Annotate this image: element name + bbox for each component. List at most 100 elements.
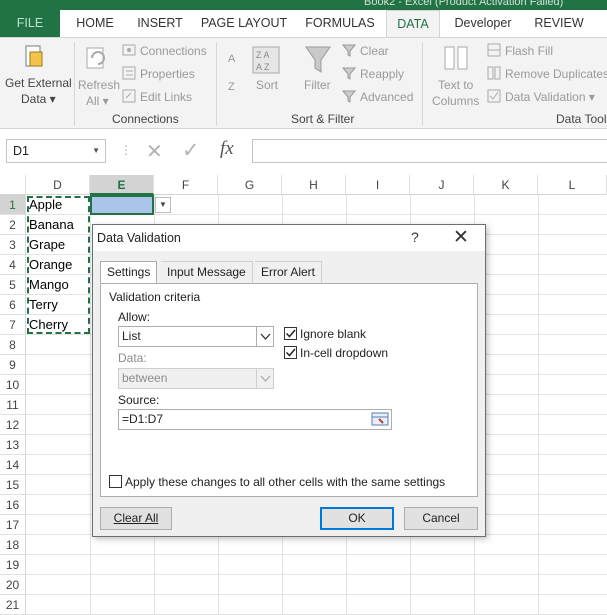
drag-handle-icon: ⋮ <box>120 143 132 157</box>
advanced-button[interactable]: Advanced <box>360 90 413 104</box>
tab-file[interactable]: FILE <box>0 10 60 38</box>
apply-all-checkbox[interactable] <box>109 475 122 488</box>
row-header[interactable]: 2 <box>0 215 26 235</box>
row-header[interactable]: 5 <box>0 275 26 295</box>
tab-page-layout[interactable]: PAGE LAYOUT <box>196 10 292 38</box>
chevron-down-icon <box>256 369 273 388</box>
get-external-label-2: Data ▾ <box>21 92 56 106</box>
formula-input[interactable] <box>252 139 607 163</box>
properties-icon <box>122 66 136 80</box>
column-header[interactable]: I <box>346 175 410 195</box>
remove-duplicates-button[interactable]: Remove Duplicates <box>505 67 607 81</box>
tab-insert[interactable]: INSERT <box>130 10 190 38</box>
selected-cell[interactable] <box>90 195 154 215</box>
ok-button[interactable]: OK <box>320 507 394 530</box>
row-header[interactable]: 20 <box>0 575 26 595</box>
row-header[interactable]: 16 <box>0 495 26 515</box>
refresh-all-button[interactable]: Refresh All ▾ <box>76 38 120 108</box>
column-header[interactable]: D <box>26 175 90 195</box>
properties-button[interactable]: Properties <box>140 67 195 81</box>
get-external-data-button[interactable]: Get External Data ▾ <box>0 38 72 108</box>
row-header[interactable]: 1 <box>0 195 26 215</box>
row-header[interactable]: 12 <box>0 415 26 435</box>
in-cell-dropdown-checkbox[interactable] <box>284 346 297 359</box>
edit-links-button[interactable]: Edit Links <box>140 90 192 104</box>
tab-developer[interactable]: Developer <box>446 10 520 38</box>
connections-icon <box>122 44 136 56</box>
column-header[interactable]: J <box>410 175 474 195</box>
row-header[interactable]: 11 <box>0 395 26 415</box>
insert-function-icon[interactable]: fx <box>220 138 234 160</box>
ribbon-separator <box>74 42 75 126</box>
gridline <box>90 195 91 615</box>
help-button[interactable]: ? <box>411 229 419 245</box>
gridline <box>538 195 539 615</box>
source-label: Source: <box>118 393 160 407</box>
edit-links-icon <box>122 89 136 103</box>
row-header[interactable]: 21 <box>0 595 26 615</box>
row-header[interactable]: 8 <box>0 335 26 355</box>
window-title: Book2 - Excel (Product Activation Failed… <box>364 0 564 8</box>
column-header[interactable]: E <box>90 175 154 195</box>
filter-button[interactable]: Filter <box>304 78 331 92</box>
filter-icon <box>305 46 331 73</box>
title-bar: Book2 - Excel (Product Activation Failed… <box>0 0 607 10</box>
group-data-tools-label: Data Tools <box>556 112 607 126</box>
row-header[interactable]: 18 <box>0 535 26 555</box>
cancel-icon[interactable]: ✕ <box>146 139 163 164</box>
sort-button[interactable]: Sort <box>256 78 278 92</box>
name-box[interactable]: D1 ▼ <box>6 139 106 163</box>
text-to-columns-label-1[interactable]: Text to <box>438 78 473 92</box>
ribbon: Get External Data ▾ Refresh All ▾ Connec… <box>0 37 607 129</box>
tab-error-alert[interactable]: Error Alert <box>255 261 323 283</box>
row-header[interactable]: 17 <box>0 515 26 535</box>
row-header[interactable]: 6 <box>0 295 26 315</box>
ignore-blank-checkbox[interactable] <box>284 327 297 340</box>
reapply-icon <box>342 67 356 80</box>
dialog-title: Data Validation <box>97 231 181 245</box>
reapply-button[interactable]: Reapply <box>360 67 404 81</box>
column-header[interactable]: K <box>474 175 538 195</box>
data-select: between <box>118 368 274 389</box>
dialog-title-bar: Data Validation ? ✕ <box>93 225 485 251</box>
column-header[interactable]: L <box>538 175 607 195</box>
column-header[interactable]: F <box>154 175 218 195</box>
row-header[interactable]: 14 <box>0 455 26 475</box>
chevron-down-icon[interactable]: ▼ <box>92 140 100 162</box>
column-header[interactable]: H <box>282 175 346 195</box>
select-all-corner[interactable] <box>0 175 26 195</box>
source-input[interactable]: =D1:D7 <box>118 409 392 430</box>
clear-button[interactable]: Clear <box>360 44 389 58</box>
close-button[interactable]: ✕ <box>453 226 469 249</box>
tab-review[interactable]: REVIEW <box>528 10 590 38</box>
row-header[interactable]: 7 <box>0 315 26 335</box>
tab-input-message[interactable]: Input Message <box>161 261 253 283</box>
cancel-button[interactable]: Cancel <box>404 507 478 530</box>
data-validation-button[interactable]: Data Validation ▾ <box>505 90 595 104</box>
row-header[interactable]: 9 <box>0 355 26 375</box>
allow-select[interactable]: List <box>118 326 274 347</box>
chevron-down-icon[interactable] <box>256 327 273 346</box>
cell-dropdown-arrow[interactable]: ▼ <box>155 197 171 213</box>
clear-all-button[interactable]: Clear All <box>100 507 172 530</box>
row-header[interactable]: 10 <box>0 375 26 395</box>
svg-text:A Z: A Z <box>256 62 270 72</box>
allow-value: List <box>122 329 141 343</box>
tab-formulas[interactable]: FORMULAS <box>300 10 380 38</box>
row-header[interactable]: 15 <box>0 475 26 495</box>
tab-data[interactable]: DATA <box>386 10 440 38</box>
row-header[interactable]: 3 <box>0 235 26 255</box>
enter-icon[interactable]: ✓ <box>182 138 200 163</box>
range-picker-icon[interactable] <box>370 411 390 428</box>
allow-label: Allow: <box>118 310 151 324</box>
tab-settings[interactable]: Settings <box>100 261 158 284</box>
row-header[interactable]: 4 <box>0 255 26 275</box>
tab-home[interactable]: HOME <box>66 10 124 38</box>
flash-fill-button[interactable]: Flash Fill <box>505 44 553 58</box>
gridline <box>26 554 607 555</box>
row-header[interactable]: 13 <box>0 435 26 455</box>
text-to-columns-label-2[interactable]: Columns <box>432 94 479 108</box>
connections-button[interactable]: Connections <box>140 44 207 58</box>
row-header[interactable]: 19 <box>0 555 26 575</box>
column-header[interactable]: G <box>218 175 282 195</box>
